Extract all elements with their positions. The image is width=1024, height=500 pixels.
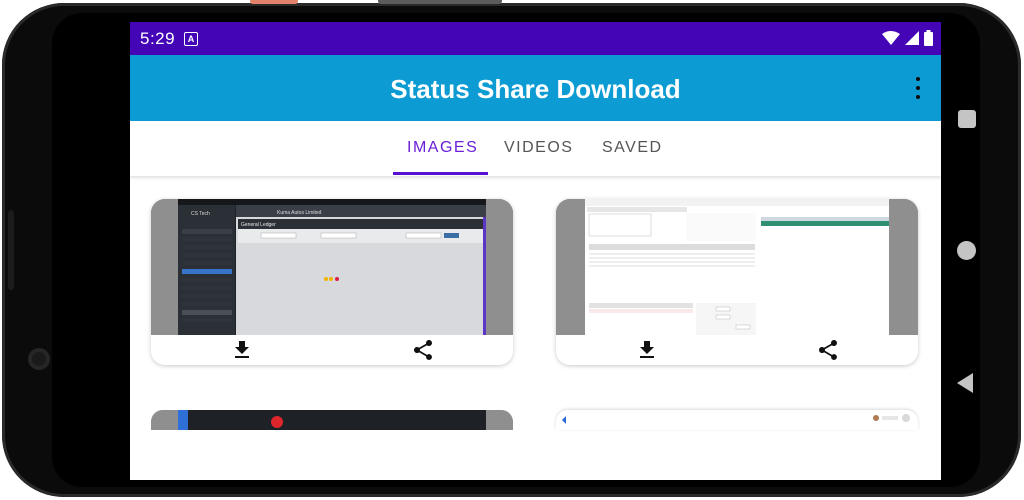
status-thumbnail[interactable]: [556, 199, 918, 335]
app-bar: Status Share Download: [130, 55, 941, 121]
share-icon[interactable]: [816, 338, 840, 362]
tab-images[interactable]: IMAGES: [407, 139, 478, 157]
status-card-partial[interactable]: [151, 410, 513, 430]
status-card[interactable]: CS Tech Kuma Autos Limited General Ledge…: [151, 199, 513, 365]
invoice-screenshot-image: [556, 199, 918, 335]
battery-icon: [924, 30, 933, 46]
thumb-heading: General Ledger: [241, 222, 276, 228]
recents-button[interactable]: [958, 110, 976, 128]
tab-videos[interactable]: VIDEOS: [504, 139, 573, 157]
overflow-menu-icon[interactable]: [915, 77, 921, 99]
status-card-partial[interactable]: [556, 410, 918, 430]
status-card[interactable]: [556, 199, 918, 365]
ledger-screenshot-image: CS Tech Kuma Autos Limited General Ledge…: [151, 199, 513, 335]
partial-thumbnail: [556, 410, 918, 430]
tab-indicator: [393, 172, 488, 175]
share-icon[interactable]: [411, 338, 435, 362]
front-camera: [28, 348, 50, 370]
notification-icon: A: [184, 32, 198, 46]
card-actions: [151, 335, 513, 365]
back-button[interactable]: [957, 373, 973, 393]
home-button[interactable]: [957, 241, 976, 260]
download-icon[interactable]: [230, 338, 254, 362]
status-thumbnail[interactable]: CS Tech Kuma Autos Limited General Ledge…: [151, 199, 513, 335]
power-button: [250, 0, 298, 4]
thumb-company: Kuma Autos Limited: [277, 210, 322, 216]
card-actions: [556, 335, 918, 365]
wifi-icon: [882, 31, 900, 45]
speaker-grille: [8, 210, 14, 290]
tab-saved[interactable]: SAVED: [602, 139, 663, 157]
system-icons: [882, 30, 933, 46]
app-title: Status Share Download: [390, 74, 681, 104]
phone-frame: 5:29 A Status Share Download IMAGES VIDE…: [0, 0, 1024, 500]
volume-button: [378, 0, 502, 4]
status-bar: 5:29 A: [130, 22, 941, 55]
app-screen: 5:29 A Status Share Download IMAGES VIDE…: [130, 22, 941, 480]
download-icon[interactable]: [635, 338, 659, 362]
thumb-app-name: CS Tech: [191, 211, 210, 217]
partial-thumbnail: [151, 410, 513, 430]
tab-bar: IMAGES VIDEOS SAVED: [130, 121, 941, 176]
status-time: 5:29: [140, 29, 176, 48]
signal-icon: [905, 31, 919, 45]
